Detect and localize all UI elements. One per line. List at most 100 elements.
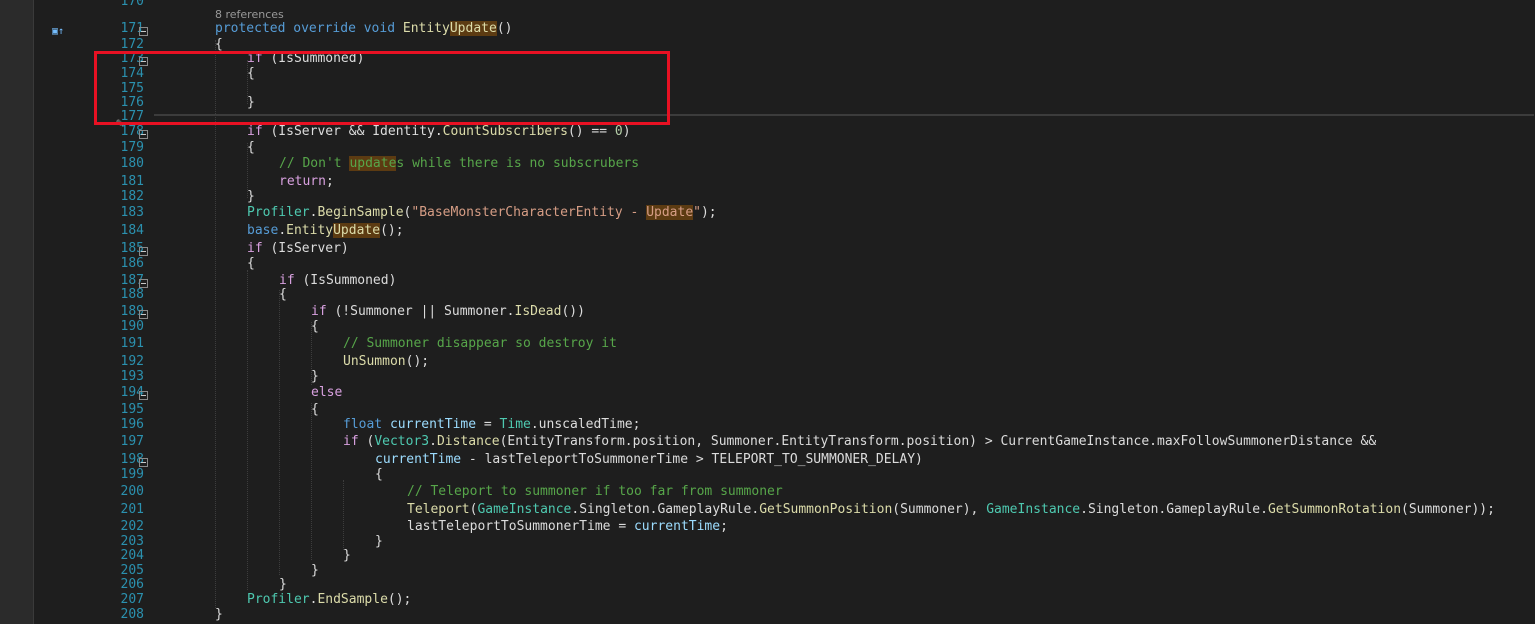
code-line[interactable]: { [247, 257, 255, 271]
code-line[interactable]: // Teleport to summoner if too far from … [407, 485, 783, 499]
code-line[interactable]: else [311, 386, 342, 400]
code-token: EndSample [317, 592, 388, 607]
code-line[interactable]: Profiler.BeginSample("BaseMonsterCharact… [247, 205, 717, 220]
line-number: 178 [120, 124, 144, 139]
code-line[interactable]: return; [279, 175, 334, 189]
code-line[interactable]: if (IsServer) [247, 242, 349, 256]
code-token: () == [567, 124, 615, 139]
indent-guide [343, 480, 344, 550]
code-line[interactable]: Profiler.EndSample(); [247, 593, 411, 607]
code-line[interactable]: } [311, 564, 319, 578]
override-marker-icon[interactable]: ▣↑ [52, 27, 64, 37]
code-token: (); [380, 223, 404, 238]
fold-toggle-icon[interactable] [139, 391, 148, 400]
code-line[interactable]: } [311, 370, 319, 384]
code-token: "BaseMonsterCharacterEntity - [411, 205, 647, 220]
line-number: 205 [120, 563, 144, 578]
fold-toggle-icon[interactable] [139, 247, 148, 256]
code-token: UnSummon [343, 354, 406, 369]
code-token: Entity [402, 21, 450, 36]
line-number: 189 [120, 304, 144, 319]
code-line[interactable]: // Don't updates while there is no subsc… [279, 156, 639, 171]
code-token: Distance [436, 434, 500, 449]
code-line[interactable]: { [375, 468, 383, 482]
fold-toggle-icon[interactable] [139, 27, 148, 36]
code-line[interactable]: lastTeleportToSummonerTime = currentTime… [407, 520, 728, 534]
code-token: .Singleton.GameplayRule. [571, 502, 760, 517]
code-line[interactable]: // Summoner disappear so destroy it [343, 337, 617, 351]
code-line[interactable]: } [343, 549, 351, 563]
line-number: 200 [120, 484, 144, 499]
code-line[interactable]: UnSummon(); [343, 355, 429, 369]
code-token: currentTime [389, 417, 477, 432]
code-token: { [279, 287, 287, 302]
code-token: " [693, 205, 701, 220]
code-token: CountSubscribers [442, 124, 568, 139]
code-line[interactable]: { [279, 288, 287, 302]
code-token: } [311, 563, 319, 578]
code-token: currentTime [633, 519, 721, 534]
line-number: 188 [120, 287, 144, 302]
code-token: } [247, 189, 255, 204]
code-line[interactable]: Teleport(GameInstance.Singleton.Gameplay… [407, 503, 1495, 517]
code-token: float [343, 417, 383, 432]
code-token: Update [449, 21, 497, 36]
codelens-references[interactable]: 8 references [215, 8, 284, 21]
code-token: (EntityTransform.position, Summoner.Enti… [499, 434, 1377, 449]
fold-toggle-icon[interactable] [139, 310, 148, 319]
code-line[interactable]: { [311, 403, 319, 417]
fold-toggle-icon[interactable] [139, 458, 148, 467]
code-token: . [278, 223, 287, 238]
code-line[interactable]: } [247, 190, 255, 204]
code-token: override [293, 21, 356, 36]
code-token: ()) [561, 304, 585, 319]
highlight-box [94, 51, 670, 125]
code-token: = [476, 417, 500, 432]
line-number: 186 [120, 256, 144, 271]
code-token: if [343, 434, 359, 449]
code-token: () [496, 21, 513, 36]
code-token: ) [622, 124, 631, 139]
code-token: Update [333, 223, 381, 238]
code-token: } [375, 534, 383, 549]
line-number: 198 [120, 452, 144, 467]
line-number: 194 [120, 385, 144, 400]
code-line[interactable]: currentTime - lastTeleportToSummonerTime… [375, 453, 923, 467]
code-line[interactable]: if (IsSummoned) [279, 274, 396, 288]
code-token: (IsServer) [262, 241, 349, 256]
code-token: GameInstance [477, 502, 572, 517]
code-token: // Summoner disappear so destroy it [343, 336, 617, 351]
code-line[interactable]: } [375, 535, 383, 549]
code-token: } [311, 369, 319, 384]
code-line[interactable]: { [311, 320, 319, 334]
fold-toggle-icon[interactable] [139, 130, 148, 139]
code-line[interactable]: protected override void EntityUpdate() [215, 21, 513, 36]
code-line[interactable]: base.EntityUpdate(); [247, 223, 404, 238]
code-token: // Don't [279, 156, 350, 171]
code-token: } [343, 548, 351, 563]
code-token: GetSummonRotation [1267, 502, 1402, 517]
code-line[interactable]: float currentTime = Time.unscaledTime; [343, 418, 640, 432]
code-line[interactable]: { [247, 141, 255, 155]
code-editor[interactable]: ▣↑ 8 references 170 171 protected override… [34, 0, 1535, 624]
code-line[interactable]: } [215, 608, 223, 622]
line-number: 181 [120, 174, 144, 189]
line-number: 193 [120, 369, 144, 384]
code-token: base [247, 223, 279, 238]
code-token: update [349, 156, 397, 171]
code-line[interactable]: if (IsServer && Identity.CountSubscriber… [247, 125, 631, 139]
code-line[interactable]: { [215, 38, 223, 52]
indent-guide [279, 290, 280, 575]
code-line[interactable]: } [279, 578, 287, 592]
code-token: } [279, 577, 287, 592]
line-number: 191 [120, 336, 144, 351]
line-number: 190 [120, 319, 144, 334]
code-token: lastTeleportToSummonerTime = [407, 519, 634, 534]
code-token: Vector3 [374, 434, 430, 449]
line-number: 184 [120, 223, 144, 238]
code-token: BeginSample [317, 205, 404, 220]
code-line[interactable]: if (Vector3.Distance(EntityTransform.pos… [343, 435, 1376, 449]
code-line[interactable]: if (!Summoner || Summoner.IsDead()) [311, 305, 585, 319]
